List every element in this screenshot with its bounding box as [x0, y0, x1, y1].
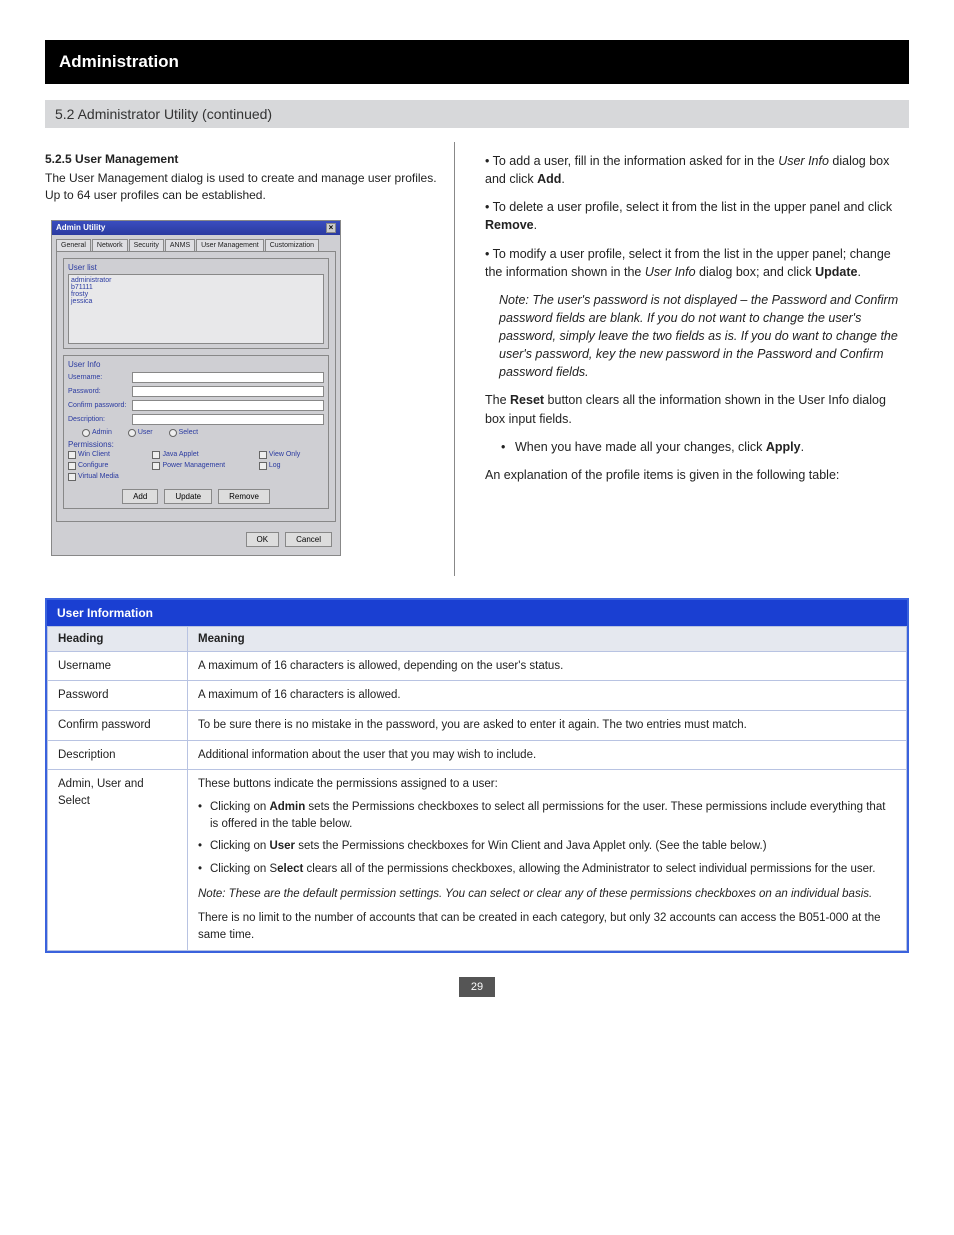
- table-row: Description Additional information about…: [48, 740, 907, 770]
- password-input[interactable]: [132, 386, 324, 397]
- user-info-group: User Info Username: Password: Confirm pa…: [63, 355, 329, 509]
- tab-user-management[interactable]: User Management: [196, 239, 264, 251]
- page-title-bar: Administration: [45, 40, 909, 84]
- perm-configure[interactable]: Configure: [68, 462, 142, 470]
- radio-admin[interactable]: Admin: [82, 429, 112, 437]
- confirm-input[interactable]: [132, 400, 324, 411]
- user-info-table: User Information Heading Meaning Usernam…: [45, 598, 909, 953]
- apply-bullet: When you have made all your changes, cli…: [501, 438, 909, 456]
- col-meaning: Meaning: [188, 626, 907, 651]
- aus-user-bullet: Clicking on User sets the Permissions ch…: [198, 838, 896, 855]
- list-item[interactable]: frosty: [71, 291, 321, 298]
- add-user-text: • To add a user, fill in the information…: [485, 152, 909, 188]
- tab-security[interactable]: Security: [129, 239, 164, 251]
- perm-virtual[interactable]: Virtual Media: [68, 473, 142, 481]
- table-row: Confirm password To be sure there is no …: [48, 710, 907, 740]
- perm-log[interactable]: Log: [259, 462, 324, 470]
- tab-general[interactable]: General: [56, 239, 91, 251]
- user-list-group: User list administrator b71111 frosty je…: [63, 258, 329, 349]
- ok-button[interactable]: OK: [246, 532, 280, 547]
- username-label: Username:: [68, 374, 132, 381]
- radio-select[interactable]: Select: [169, 429, 198, 437]
- page-number: 29: [459, 977, 495, 997]
- subsection-intro: The User Management dialog is used to cr…: [45, 170, 454, 204]
- table-intro: An explanation of the profile items is g…: [485, 466, 909, 484]
- left-column: 5.2.5 User Management The User Managemen…: [45, 142, 455, 576]
- table-row: Password A maximum of 16 characters is a…: [48, 681, 907, 711]
- section-title: 5.2 Administrator Utility (continued): [45, 100, 909, 128]
- perm-java[interactable]: Java Applet: [152, 451, 248, 459]
- username-input[interactable]: [132, 372, 324, 383]
- add-button[interactable]: Add: [122, 489, 158, 504]
- user-info-label: User Info: [68, 360, 324, 369]
- list-item[interactable]: b71111: [71, 284, 321, 291]
- delete-user-text: • To delete a user profile, select it fr…: [485, 198, 909, 234]
- tab-anms[interactable]: ANMS: [165, 239, 195, 251]
- update-button[interactable]: Update: [164, 489, 212, 504]
- tab-customization[interactable]: Customization: [265, 239, 319, 251]
- table-row: Username A maximum of 16 characters is a…: [48, 651, 907, 681]
- perm-winclient[interactable]: Win Client: [68, 451, 142, 459]
- list-item[interactable]: administrator: [71, 277, 321, 284]
- user-list-label: User list: [68, 263, 324, 272]
- close-icon[interactable]: ×: [326, 223, 336, 233]
- perm-power[interactable]: Power Management: [152, 462, 248, 470]
- list-item[interactable]: jessica: [71, 298, 321, 305]
- aus-select-bullet: Clicking on Select clears all of the per…: [198, 861, 896, 878]
- aus-admin-bullet: Clicking on Admin sets the Permissions c…: [198, 799, 896, 832]
- user-list[interactable]: administrator b71111 frosty jessica: [68, 274, 324, 344]
- subsection-heading: 5.2.5 User Management: [45, 152, 454, 166]
- aus-intro: These buttons indicate the permissions a…: [198, 778, 498, 790]
- table-row: Admin, User and Select These buttons ind…: [48, 770, 907, 950]
- confirm-label: Confirm password:: [68, 402, 132, 409]
- permissions-label: Permissions:: [68, 440, 324, 449]
- description-input[interactable]: [132, 414, 324, 425]
- dialog-tabs: General Network Security ANMS User Manag…: [52, 235, 340, 251]
- radio-user[interactable]: User: [128, 429, 153, 437]
- col-heading: Heading: [48, 626, 188, 651]
- description-label: Description:: [68, 416, 132, 423]
- perm-viewonly[interactable]: View Only: [259, 451, 324, 459]
- admin-utility-dialog: Admin Utility × General Network Security…: [51, 220, 341, 556]
- dialog-title: Admin Utility: [56, 223, 105, 233]
- tab-network[interactable]: Network: [92, 239, 128, 251]
- cancel-button[interactable]: Cancel: [285, 532, 332, 547]
- reset-text: The Reset button clears all the informat…: [485, 391, 909, 427]
- table-title: User Information: [47, 600, 907, 626]
- remove-button[interactable]: Remove: [218, 489, 270, 504]
- modify-user-text: • To modify a user profile, select it fr…: [485, 245, 909, 281]
- aus-note: Note: These are the default permission s…: [198, 888, 872, 900]
- aus-note2: There is no limit to the number of accou…: [198, 910, 896, 943]
- right-column: • To add a user, fill in the information…: [475, 142, 909, 576]
- password-label: Password:: [68, 388, 132, 395]
- password-note: Note: The user's password is not display…: [499, 291, 909, 382]
